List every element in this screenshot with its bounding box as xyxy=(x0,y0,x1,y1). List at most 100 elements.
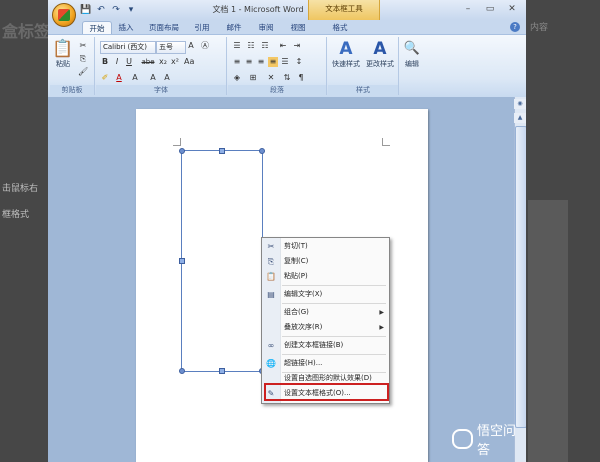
resize-handle[interactable] xyxy=(259,148,265,154)
cut-icon[interactable]: ✂ xyxy=(78,41,88,51)
tab-format[interactable]: 格式 xyxy=(328,21,352,34)
textbox-tools-tab[interactable]: 文本框工具 xyxy=(308,0,380,21)
paragraph-group-label: 段落 xyxy=(228,85,326,95)
text-box[interactable] xyxy=(179,148,265,374)
margin-mark-top-left xyxy=(173,138,181,146)
highlight-annotation xyxy=(264,383,389,401)
align-right-icon[interactable]: ≡ xyxy=(256,57,266,67)
menu-item-create-link[interactable]: ∞ 创建文本框链接(B) xyxy=(262,338,389,353)
numbering-icon[interactable]: ☷ xyxy=(246,41,256,51)
format-painter-icon[interactable]: 🖌 xyxy=(78,67,88,77)
menu-item-order[interactable]: 叠放次序(R) ▶ xyxy=(262,320,389,335)
styles-group: A 快速样式 A 更改样式 样式 xyxy=(328,37,399,95)
align-center-icon[interactable]: ≡ xyxy=(244,57,254,67)
styles-group-label: 样式 xyxy=(328,85,398,95)
ruler-toggle-icon[interactable]: ◉ xyxy=(514,99,526,109)
grow-font-icon[interactable]: A xyxy=(186,41,196,51)
align-left-icon[interactable]: ≡ xyxy=(232,57,242,67)
sort-icon[interactable]: ⇅ xyxy=(282,73,292,83)
undo-icon[interactable]: ↶ xyxy=(95,4,107,16)
ribbon: 📋 粘贴 ✂ ⎘ 🖌 剪贴板 Calibri (西文) 五号 A Ⓐ B I U… xyxy=(48,34,526,98)
paste-label: 粘贴 xyxy=(56,60,70,68)
margin-mark-top-right xyxy=(382,138,390,146)
chinese-layout-icon[interactable]: ✕ xyxy=(266,73,276,83)
borders-icon[interactable]: ⊞ xyxy=(248,73,258,83)
editing-group: 🔍 编辑 xyxy=(400,37,424,95)
menu-item-copy[interactable]: ⎘ 复制(C) xyxy=(262,254,389,269)
bullets-icon[interactable]: ☰ xyxy=(232,41,242,51)
tab-home[interactable]: 开始 xyxy=(82,21,112,35)
menu-item-group[interactable]: 组合(G) ▶ xyxy=(262,305,389,320)
quick-styles-button[interactable]: A 快速样式 xyxy=(330,39,362,69)
editing-button[interactable]: 🔍 编辑 xyxy=(400,39,424,69)
minimize-button[interactable]: – xyxy=(458,2,478,16)
redo-icon[interactable]: ↷ xyxy=(110,4,122,16)
resize-handle[interactable] xyxy=(219,368,225,374)
scroll-up-icon[interactable]: ▲ xyxy=(514,113,526,123)
show-marks-icon[interactable]: ¶ xyxy=(296,73,306,83)
clear-format-icon[interactable]: Ⓐ xyxy=(200,41,210,51)
change-case-icon[interactable]: Aa xyxy=(184,57,194,67)
tab-view[interactable]: 视图 xyxy=(286,21,310,34)
quick-styles-icon: A xyxy=(339,39,353,59)
menu-separator xyxy=(282,354,386,355)
background-text-top: 盒标签 xyxy=(2,22,51,41)
line-spacing-icon[interactable]: ↕ xyxy=(294,57,304,67)
tab-insert[interactable]: 插入 xyxy=(114,21,138,34)
tab-mailings[interactable]: 邮件 xyxy=(222,21,246,34)
border-char-icon[interactable]: A xyxy=(162,73,172,83)
paragraph-group: ☰ ☷ ☶ ⇤ ⇥ ≡ ≡ ≡ ≡ ☰ ↕ ◈ ⊞ ✕ ⇅ ¶ 段落 xyxy=(228,37,327,95)
resize-handle[interactable] xyxy=(219,148,225,154)
copy-icon[interactable]: ⎘ xyxy=(78,54,88,64)
highlight-color-icon[interactable]: ✐ xyxy=(100,73,110,83)
tab-review[interactable]: 审阅 xyxy=(254,21,278,34)
strikethrough-icon[interactable]: abe xyxy=(140,57,156,67)
distributed-icon[interactable]: ☰ xyxy=(280,57,290,67)
customize-toolbar-icon[interactable]: ▾ xyxy=(125,4,137,16)
shading-icon[interactable]: A xyxy=(148,73,158,83)
font-name-select[interactable]: Calibri (西文) xyxy=(100,41,156,54)
decrease-indent-icon[interactable]: ⇤ xyxy=(278,41,288,51)
save-icon[interactable]: 💾 xyxy=(80,4,92,16)
bold-icon[interactable]: B xyxy=(100,57,110,67)
office-button[interactable] xyxy=(52,3,76,27)
resize-handle[interactable] xyxy=(179,148,185,154)
menu-item-cut[interactable]: ✂ 剪切(T) xyxy=(262,239,389,254)
office-logo-icon xyxy=(58,9,70,21)
help-icon[interactable]: ? xyxy=(510,22,520,32)
paste-button[interactable]: 📋 粘贴 xyxy=(52,39,74,69)
close-button[interactable]: ✕ xyxy=(502,2,522,16)
menu-item-hyperlink[interactable]: 🌐 超链接(H)... xyxy=(262,356,389,371)
menu-separator xyxy=(282,285,386,286)
tab-references[interactable]: 引用 xyxy=(190,21,214,34)
change-styles-button[interactable]: A 更改样式 xyxy=(364,39,396,69)
increase-indent-icon[interactable]: ⇥ xyxy=(292,41,302,51)
subscript-icon[interactable]: x₂ xyxy=(158,57,168,67)
change-styles-label: 更改样式 xyxy=(366,60,394,68)
font-color-icon[interactable]: A xyxy=(114,73,124,83)
watermark: 悟空问答 xyxy=(452,424,526,458)
underline-icon[interactable]: U xyxy=(124,57,134,67)
tab-page-layout[interactable]: 页面布局 xyxy=(144,21,184,34)
quick-access-toolbar: 💾 ↶ ↷ ▾ xyxy=(80,3,137,17)
italic-icon[interactable]: I xyxy=(112,57,122,67)
scroll-thumb[interactable] xyxy=(515,126,526,428)
background-left-panel xyxy=(0,0,48,462)
paste-icon: 📋 xyxy=(52,39,74,59)
justify-icon[interactable]: ≡ xyxy=(268,57,278,67)
menu-item-paste[interactable]: 📋 粘贴(P) xyxy=(262,269,389,284)
menu-item-edit-text[interactable]: ▤ 编辑文字(X) xyxy=(262,287,389,302)
font-size-select[interactable]: 五号 xyxy=(156,41,186,54)
resize-handle[interactable] xyxy=(179,368,185,374)
superscript-icon[interactable]: x² xyxy=(170,57,180,67)
change-styles-icon: A xyxy=(373,39,387,59)
shading-paragraph-icon[interactable]: ◈ xyxy=(232,73,242,83)
resize-handle[interactable] xyxy=(179,258,185,264)
link-icon: ∞ xyxy=(267,341,275,350)
wukong-logo-icon xyxy=(452,429,473,449)
background-text-right: 内容 xyxy=(530,23,549,33)
font-group: Calibri (西文) 五号 A Ⓐ B I U abe x₂ x² Aa ✐… xyxy=(96,37,227,95)
font-size-change-icon[interactable]: A xyxy=(130,73,140,83)
multilevel-list-icon[interactable]: ☶ xyxy=(260,41,270,51)
restore-button[interactable]: ▭ xyxy=(480,2,500,16)
